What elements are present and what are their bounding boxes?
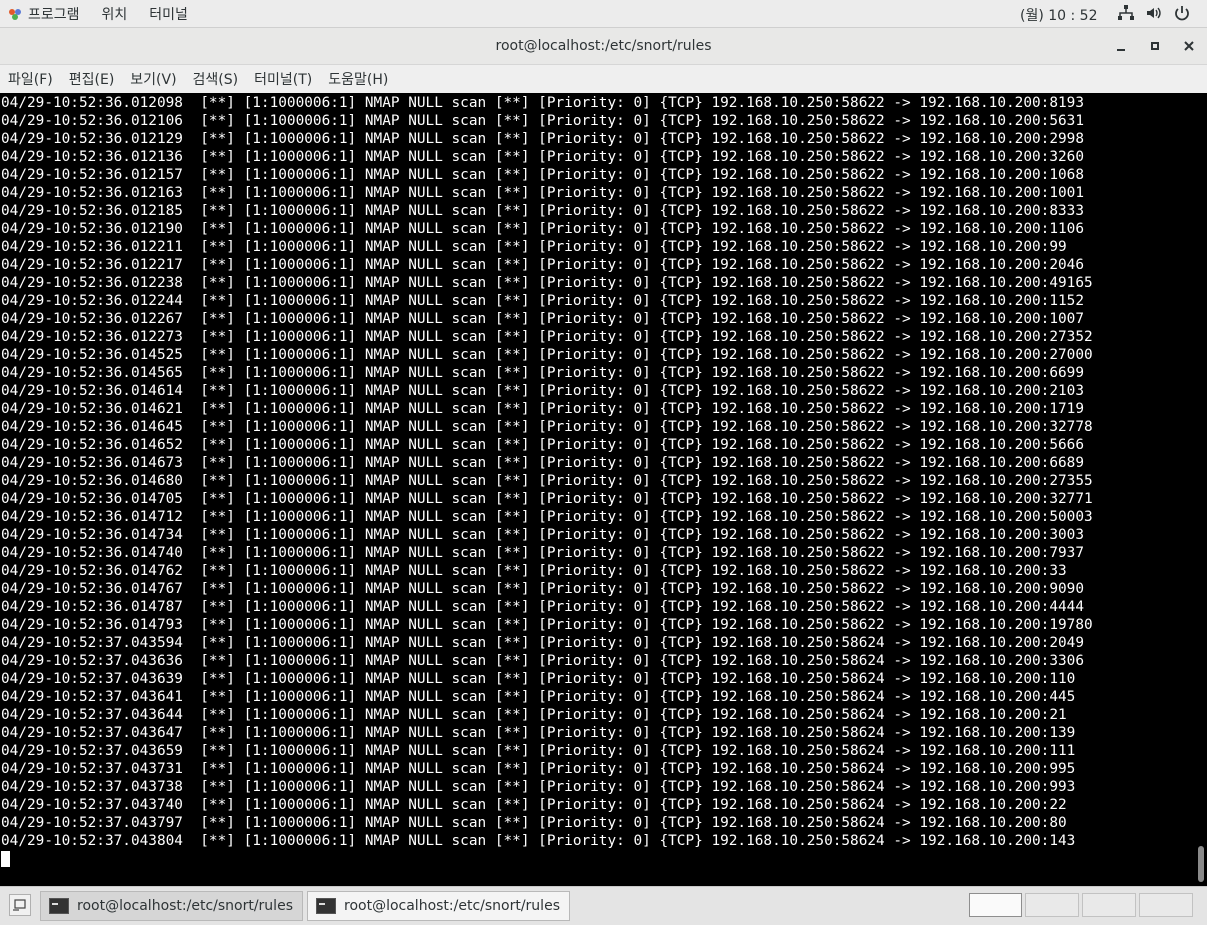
volume-icon[interactable] — [1145, 4, 1163, 22]
terminal-line: 04/29-10:52:36.014673 [**] [1:1000006:1]… — [1, 455, 1084, 471]
workspace-3[interactable] — [1082, 893, 1136, 917]
clock[interactable]: (월) 10 : 52 — [1020, 5, 1098, 25]
window-titlebar[interactable]: root@localhost:/etc/snort/rules — [0, 28, 1207, 65]
terminal-line: 04/29-10:52:36.012163 [**] [1:1000006:1]… — [1, 185, 1084, 201]
terminal-line: 04/29-10:52:36.014787 [**] [1:1000006:1]… — [1, 599, 1084, 615]
terminal-line: 04/29-10:52:36.014705 [**] [1:1000006:1]… — [1, 491, 1093, 507]
network-icon[interactable] — [1117, 4, 1135, 22]
terminal-line: 04/29-10:52:36.014525 [**] [1:1000006:1]… — [1, 347, 1093, 363]
terminal-line: 04/29-10:52:37.043797 [**] [1:1000006:1]… — [1, 815, 1067, 831]
terminal-line: 04/29-10:52:37.043594 [**] [1:1000006:1]… — [1, 635, 1084, 651]
terminal-line: 04/29-10:52:36.014734 [**] [1:1000006:1]… — [1, 527, 1084, 543]
menu-view[interactable]: 보기(V) — [130, 69, 176, 89]
terminal-line: 04/29-10:52:37.043647 [**] [1:1000006:1]… — [1, 725, 1076, 741]
terminal-line: 04/29-10:52:37.043636 [**] [1:1000006:1]… — [1, 653, 1084, 669]
terminal-line: 04/29-10:52:36.012217 [**] [1:1000006:1]… — [1, 257, 1084, 273]
menu-edit[interactable]: 편집(E) — [69, 69, 115, 89]
terminal-line: 04/29-10:52:37.043804 [**] [1:1000006:1]… — [1, 833, 1076, 849]
app-menu-icon[interactable] — [8, 7, 22, 21]
terminal-line: 04/29-10:52:36.014740 [**] [1:1000006:1]… — [1, 545, 1084, 561]
terminal-line: 04/29-10:52:37.043738 [**] [1:1000006:1]… — [1, 779, 1076, 795]
terminal-line: 04/29-10:52:36.012267 [**] [1:1000006:1]… — [1, 311, 1084, 327]
scrollbar-thumb[interactable] — [1198, 846, 1204, 882]
terminal-line: 04/29-10:52:37.043641 [**] [1:1000006:1]… — [1, 689, 1076, 705]
terminal-menubar: 파일(F) 편집(E) 보기(V) 검색(S) 터미널(T) 도움말(H) — [0, 65, 1207, 93]
terminal-icon — [49, 898, 69, 914]
terminal-line: 04/29-10:52:36.012098 [**] [1:1000006:1]… — [1, 95, 1084, 111]
terminal-line: 04/29-10:52:37.043731 [**] [1:1000006:1]… — [1, 761, 1076, 777]
terminal-line: 04/29-10:52:37.043659 [**] [1:1000006:1]… — [1, 743, 1076, 759]
terminal-line: 04/29-10:52:36.012211 [**] [1:1000006:1]… — [1, 239, 1067, 255]
terminal-line: 04/29-10:52:36.012106 [**] [1:1000006:1]… — [1, 113, 1084, 129]
terminal-line: 04/29-10:52:36.014793 [**] [1:1000006:1]… — [1, 617, 1093, 633]
taskbar-window-1[interactable]: root@localhost:/etc/snort/rules — [40, 891, 303, 921]
taskbar-window-2[interactable]: root@localhost:/etc/snort/rules — [307, 891, 570, 921]
terminal-line: 04/29-10:52:36.012129 [**] [1:1000006:1]… — [1, 131, 1084, 147]
menu-file[interactable]: 파일(F) — [8, 69, 53, 89]
menu-terminal[interactable]: 터미널(T) — [254, 69, 312, 89]
terminal-line: 04/29-10:52:37.043644 [**] [1:1000006:1]… — [1, 707, 1067, 723]
close-icon[interactable] — [1180, 37, 1198, 55]
bottom-taskbar: root@localhost:/etc/snort/rules root@loc… — [0, 886, 1207, 925]
terminal-line: 04/29-10:52:36.014621 [**] [1:1000006:1]… — [1, 401, 1084, 417]
taskbar-window-title: root@localhost:/etc/snort/rules — [344, 898, 560, 914]
terminal-line: 04/29-10:52:36.012238 [**] [1:1000006:1]… — [1, 275, 1093, 291]
terminal-line: 04/29-10:52:36.014565 [**] [1:1000006:1]… — [1, 365, 1084, 381]
places-menu[interactable]: 위치 — [102, 4, 128, 24]
terminal-line: 04/29-10:52:36.014762 [**] [1:1000006:1]… — [1, 563, 1067, 579]
terminal-scrollbar[interactable] — [1196, 94, 1207, 884]
workspace-1[interactable] — [969, 893, 1022, 917]
terminal-line: 04/29-10:52:36.012136 [**] [1:1000006:1]… — [1, 149, 1084, 165]
top-panel: 프로그램 위치 터미널 (월) 10 : 52 — [0, 0, 1207, 28]
terminal-line: 04/29-10:52:36.012157 [**] [1:1000006:1]… — [1, 167, 1084, 183]
workspace-4[interactable] — [1139, 893, 1193, 917]
terminal-line: 04/29-10:52:37.043740 [**] [1:1000006:1]… — [1, 797, 1067, 813]
applications-menu[interactable]: 프로그램 — [28, 4, 80, 24]
show-desktop-icon[interactable] — [9, 894, 31, 916]
terminal-line: 04/29-10:52:37.043639 [**] [1:1000006:1]… — [1, 671, 1076, 687]
workspace-2[interactable] — [1025, 893, 1079, 917]
terminal-icon — [316, 898, 336, 914]
terminal-line: 04/29-10:52:36.012244 [**] [1:1000006:1]… — [1, 293, 1084, 309]
menu-help[interactable]: 도움말(H) — [328, 69, 388, 89]
menu-search[interactable]: 검색(S) — [193, 69, 239, 89]
terminal-line: 04/29-10:52:36.014767 [**] [1:1000006:1]… — [1, 581, 1084, 597]
terminal-prompt-line — [0, 850, 1196, 868]
terminal-line: 04/29-10:52:36.014645 [**] [1:1000006:1]… — [1, 419, 1093, 435]
terminal-line: 04/29-10:52:36.012190 [**] [1:1000006:1]… — [1, 221, 1084, 237]
terminal-line: 04/29-10:52:36.012273 [**] [1:1000006:1]… — [1, 329, 1093, 345]
terminal-line: 04/29-10:52:36.012185 [**] [1:1000006:1]… — [1, 203, 1084, 219]
terminal-output[interactable]: 04/29-10:52:36.012098 [**] [1:1000006:1]… — [0, 94, 1196, 884]
window-title: root@localhost:/etc/snort/rules — [495, 38, 712, 54]
terminal-app-menu[interactable]: 터미널 — [149, 4, 188, 24]
terminal-line: 04/29-10:52:36.014680 [**] [1:1000006:1]… — [1, 473, 1093, 489]
terminal-line: 04/29-10:52:36.014712 [**] [1:1000006:1]… — [1, 509, 1093, 525]
terminal-cursor — [1, 851, 10, 867]
taskbar-window-title: root@localhost:/etc/snort/rules — [77, 898, 293, 914]
power-icon[interactable] — [1173, 4, 1191, 22]
maximize-icon[interactable] — [1146, 37, 1164, 55]
terminal-line: 04/29-10:52:36.014614 [**] [1:1000006:1]… — [1, 383, 1084, 399]
minimize-icon[interactable] — [1112, 37, 1130, 55]
terminal-line: 04/29-10:52:36.014652 [**] [1:1000006:1]… — [1, 437, 1084, 453]
